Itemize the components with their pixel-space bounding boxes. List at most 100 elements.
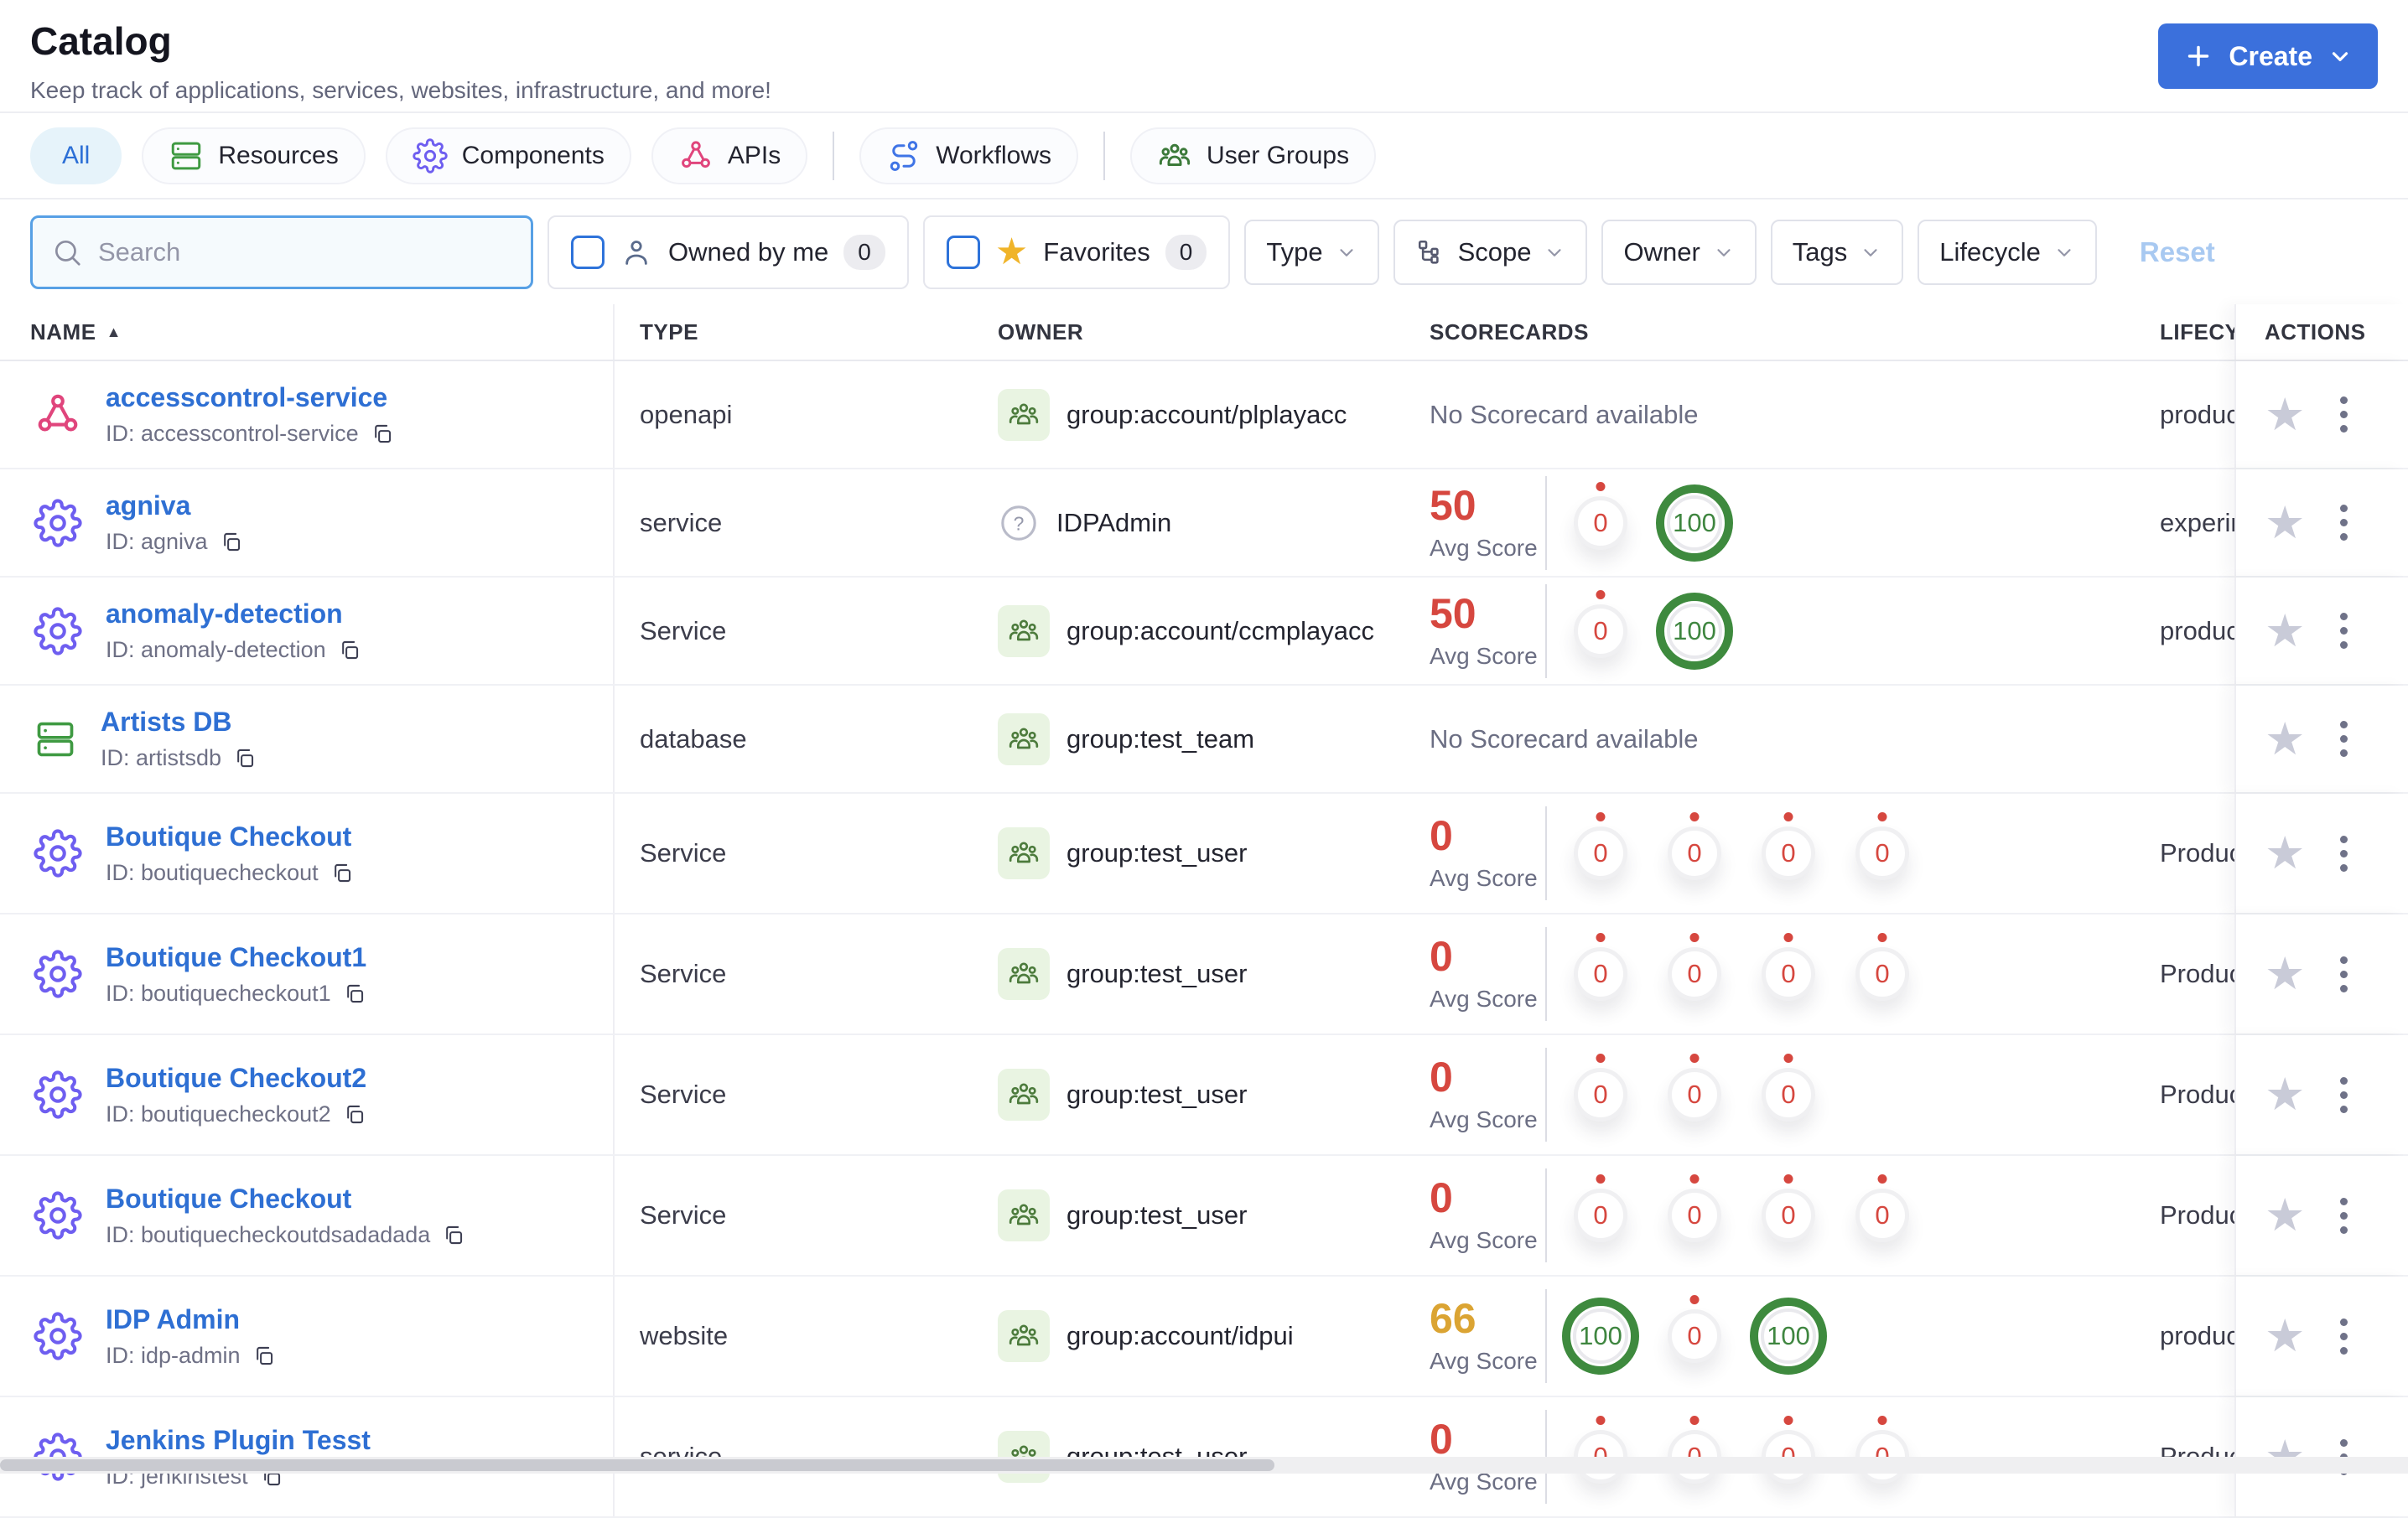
no-scorecard-label: No Scorecard available bbox=[1430, 399, 1699, 429]
lifecycle-value: Production bbox=[2160, 838, 2234, 868]
score-divider bbox=[1545, 475, 1547, 570]
row-menu-button[interactable] bbox=[2333, 829, 2354, 878]
row-menu-button[interactable] bbox=[2333, 1312, 2354, 1361]
create-button[interactable]: Create bbox=[2158, 23, 2378, 89]
star-icon: ★ bbox=[994, 231, 1029, 272]
row-menu-button[interactable] bbox=[2333, 1070, 2354, 1120]
entity-type: Service bbox=[640, 959, 727, 988]
row-menu-button[interactable] bbox=[2333, 498, 2354, 547]
favorite-star-button[interactable]: ★ bbox=[2265, 1313, 2305, 1359]
row-menu-button[interactable] bbox=[2333, 950, 2354, 999]
column-header-owner: OWNER bbox=[998, 319, 1084, 345]
tab-label: All bbox=[62, 141, 91, 169]
copy-icon[interactable] bbox=[220, 531, 242, 553]
entity-name-link[interactable]: accesscontrol-service bbox=[106, 382, 393, 413]
entity-name-link[interactable]: Boutique Checkout2 bbox=[106, 1063, 366, 1094]
row-menu-button[interactable] bbox=[2333, 390, 2354, 439]
tab-group-divider bbox=[833, 131, 835, 180]
favorites-checkbox[interactable] bbox=[946, 235, 980, 269]
entity-type: Service bbox=[640, 1200, 727, 1230]
owned-by-me-checkbox[interactable] bbox=[571, 235, 605, 269]
column-header-label: NAME bbox=[30, 319, 96, 345]
favorite-star-button[interactable]: ★ bbox=[2265, 500, 2305, 546]
avg-score-label: Avg Score bbox=[1430, 1227, 1538, 1253]
avg-score-value: 0 bbox=[1430, 933, 1453, 980]
horizontal-scrollbar[interactable] bbox=[0, 1457, 2408, 1474]
filter-dropdown-tags[interactable]: Tags bbox=[1770, 219, 1904, 285]
hierarchy-icon bbox=[1415, 237, 1445, 267]
favorite-star-button[interactable]: ★ bbox=[2265, 951, 2305, 997]
avg-score: 0 Avg Score bbox=[1430, 1177, 1545, 1254]
entity-name-link[interactable]: Boutique Checkout bbox=[106, 821, 353, 852]
column-header-name[interactable]: NAME ▲ bbox=[0, 304, 615, 360]
copy-icon[interactable] bbox=[330, 862, 353, 884]
filter-dropdown-lifecycle[interactable]: Lifecycle bbox=[1918, 219, 2097, 285]
copy-icon[interactable] bbox=[343, 982, 366, 1005]
tab-workflows[interactable]: Workflows bbox=[859, 127, 1079, 184]
dropdown-label: Type bbox=[1266, 236, 1323, 267]
search-input[interactable] bbox=[96, 236, 512, 268]
favorite-star-button[interactable]: ★ bbox=[2265, 831, 2305, 876]
reset-filters-button[interactable]: Reset bbox=[2135, 236, 2220, 269]
api-icon bbox=[34, 391, 82, 439]
tab-resources[interactable]: Resources bbox=[142, 127, 366, 184]
scorecard-score-circle: 100 bbox=[1656, 484, 1733, 562]
copy-icon[interactable] bbox=[252, 1344, 275, 1367]
owned-by-me-filter[interactable]: Owned by me 0 bbox=[548, 215, 909, 289]
owner-label: group:test_user bbox=[1066, 1200, 1248, 1230]
scrollbar-thumb[interactable] bbox=[0, 1459, 1274, 1471]
entity-name-link[interactable]: Boutique Checkout1 bbox=[106, 942, 366, 973]
entity-name-link[interactable]: Jenkins Plugin Tesst bbox=[106, 1425, 371, 1456]
entity-name-link[interactable]: IDP Admin bbox=[106, 1304, 275, 1335]
catalog-table-body: accesscontrol-service ID: accesscontrol-… bbox=[0, 361, 2408, 1518]
dropdown-label: Scope bbox=[1457, 236, 1532, 267]
scorecard-score-circle: 0 bbox=[1574, 826, 1627, 880]
table-row: Boutique Checkout2 ID: boutiquecheckout2… bbox=[0, 1035, 2408, 1156]
copy-icon[interactable] bbox=[343, 1103, 366, 1126]
entity-name-link[interactable]: agniva bbox=[106, 490, 242, 521]
entity-name-link[interactable]: anomaly-detection bbox=[106, 598, 361, 629]
copy-icon[interactable] bbox=[442, 1224, 464, 1246]
copy-icon[interactable] bbox=[233, 747, 256, 769]
owner-label: group:test_user bbox=[1066, 959, 1248, 988]
gear-icon bbox=[34, 950, 82, 998]
scorecards-cell: 50 Avg Score 0 100 bbox=[1430, 578, 2160, 684]
avg-score-label: Avg Score bbox=[1430, 1106, 1538, 1132]
filter-dropdown-scope[interactable]: Scope bbox=[1393, 219, 1588, 285]
copy-icon[interactable] bbox=[338, 639, 361, 661]
avg-score: 0 Avg Score bbox=[1430, 815, 1545, 892]
entity-type: Service bbox=[640, 615, 727, 645]
database-icon bbox=[34, 718, 77, 761]
filter-dropdown-type[interactable]: Type bbox=[1244, 219, 1379, 285]
avg-score: 50 Avg Score bbox=[1430, 593, 1545, 670]
entity-id: ID: idp-admin bbox=[106, 1342, 241, 1368]
search-box[interactable] bbox=[30, 215, 533, 289]
tab-group-divider bbox=[1103, 131, 1106, 180]
tab-user-groups[interactable]: User Groups bbox=[1130, 127, 1377, 184]
scorecard-score-circle: 100 bbox=[1656, 592, 1733, 670]
favorite-star-button[interactable]: ★ bbox=[2265, 1193, 2305, 1238]
scorecards-cell: 66 Avg Score 100 0 100 bbox=[1430, 1277, 2160, 1396]
row-menu-button[interactable] bbox=[2333, 714, 2354, 764]
gear-icon bbox=[34, 498, 82, 547]
tab-components[interactable]: Components bbox=[385, 127, 631, 184]
favorite-star-button[interactable]: ★ bbox=[2265, 609, 2305, 654]
tab-apis[interactable]: APIs bbox=[651, 127, 808, 184]
row-menu-button[interactable] bbox=[2333, 606, 2354, 655]
dropdown-label: Lifecycle bbox=[1939, 236, 2041, 267]
filter-dropdown-owner[interactable]: Owner bbox=[1601, 219, 1757, 285]
dropdown-label: Owner bbox=[1623, 236, 1700, 267]
tab-all[interactable]: All bbox=[30, 127, 122, 184]
favorite-star-button[interactable]: ★ bbox=[2265, 1072, 2305, 1117]
score-divider bbox=[1545, 1048, 1547, 1142]
avg-score-value: 50 bbox=[1430, 481, 1476, 529]
copy-icon[interactable] bbox=[371, 422, 393, 445]
row-menu-button[interactable] bbox=[2333, 1191, 2354, 1241]
entity-name-link[interactable]: Artists DB bbox=[101, 707, 256, 738]
favorites-filter[interactable]: ★ Favorites 0 bbox=[922, 215, 1231, 289]
favorite-star-button[interactable]: ★ bbox=[2265, 717, 2305, 762]
entity-name-link[interactable]: Boutique Checkout bbox=[106, 1184, 464, 1215]
tab-label: APIs bbox=[727, 141, 781, 169]
favorite-star-button[interactable]: ★ bbox=[2265, 392, 2305, 438]
user-group-icon bbox=[998, 388, 1050, 441]
